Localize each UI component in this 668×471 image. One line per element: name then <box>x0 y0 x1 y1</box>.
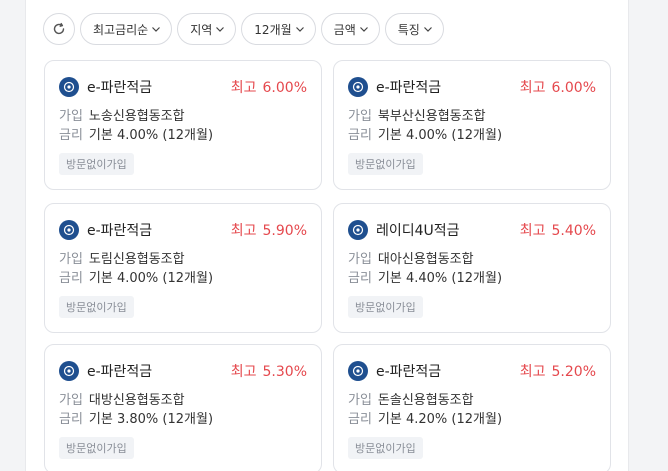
max-rate: 최고 5.40% <box>520 220 596 240</box>
rate-row: 금리 기본 4.00% (12개월) <box>59 124 213 143</box>
bank-logo-icon <box>348 361 368 381</box>
feature-tag: 방문없이가입 <box>59 437 134 459</box>
base-rate: 기본 4.20% (12개월) <box>377 412 503 427</box>
join-row: 가입 대방신용협동조합 <box>59 389 185 408</box>
feature-tag: 방문없이가입 <box>348 437 423 459</box>
rate-key: 금리 <box>348 128 372 143</box>
period-dropdown[interactable]: 12개월 <box>241 13 316 45</box>
feature-tag: 방문없이가입 <box>348 296 423 318</box>
feature-dropdown-label: 특징 <box>397 22 420 37</box>
chevron-down-icon <box>359 24 369 34</box>
join-row: 가입 대아신용협동조합 <box>348 248 474 267</box>
feature-dropdown[interactable]: 특징 <box>384 13 444 45</box>
max-rate: 최고 5.90% <box>231 220 307 240</box>
feature-tag: 방문없이가입 <box>59 296 134 318</box>
filter-bar: 최고금리순 지역 12개월 금액 특징 <box>43 13 444 45</box>
max-rate-value: 6.00% <box>551 80 596 96</box>
rate-key: 금리 <box>59 271 83 286</box>
rate-row: 금리 기본 4.40% (12개월) <box>348 267 502 286</box>
join-key: 가입 <box>59 109 83 124</box>
join-key: 가입 <box>348 109 372 124</box>
feature-tag: 방문없이가입 <box>59 153 134 175</box>
join-row: 가입 돈솔신용협동조합 <box>348 389 474 408</box>
join-key: 가입 <box>59 393 83 408</box>
refresh-button[interactable] <box>43 13 75 45</box>
bank-logo-icon <box>59 220 79 240</box>
product-name: e-파란적금 <box>376 364 442 380</box>
max-rate-value: 5.40% <box>551 223 596 239</box>
join-row: 가입 북부산신용협동조합 <box>348 105 486 124</box>
base-rate: 기본 4.00% (12개월) <box>377 128 503 143</box>
join-value: 대방신용협동조합 <box>88 393 185 408</box>
max-rate-value: 6.00% <box>262 80 307 96</box>
product-card[interactable]: 레이디4U적금 최고 5.40% 가입 대아신용협동조합 금리 기본 4.40% (1… <box>333 203 611 333</box>
bank-logo-icon <box>348 220 368 240</box>
product-card[interactable]: e-파란적금 최고 6.00% 가입 북부산신용협동조합 금리 기본 4.00% (1… <box>333 60 611 190</box>
join-value: 북부산신용협동조합 <box>377 109 486 124</box>
product-name: e-파란적금 <box>87 364 153 380</box>
base-rate: 기본 4.00% (12개월) <box>88 271 214 286</box>
rate-key: 금리 <box>348 412 372 427</box>
max-rate: 최고 6.00% <box>520 77 596 97</box>
base-rate: 기본 3.80% (12개월) <box>88 412 214 427</box>
max-rate-label: 최고 <box>230 80 257 96</box>
max-rate: 최고 6.00% <box>231 77 307 97</box>
feature-tag: 방문없이가입 <box>348 153 423 175</box>
join-key: 가입 <box>348 393 372 408</box>
rate-key: 금리 <box>59 128 83 143</box>
max-rate-value: 5.30% <box>262 364 307 380</box>
region-dropdown-label: 지역 <box>190 22 213 37</box>
max-rate: 최고 5.20% <box>520 361 596 381</box>
region-dropdown[interactable]: 지역 <box>177 13 237 45</box>
product-name: e-파란적금 <box>87 223 153 239</box>
join-key: 가입 <box>348 252 372 267</box>
join-row: 가입 도림신용협동조합 <box>59 248 185 267</box>
join-key: 가입 <box>59 252 83 267</box>
base-rate: 기본 4.00% (12개월) <box>88 128 214 143</box>
chevron-down-icon <box>295 24 305 34</box>
join-value: 돈솔신용협동조합 <box>377 393 474 408</box>
rate-key: 금리 <box>59 412 83 427</box>
chevron-down-icon <box>151 24 161 34</box>
product-name: 레이디4U적금 <box>376 223 460 239</box>
max-rate-value: 5.20% <box>551 364 596 380</box>
product-card[interactable]: e-파란적금 최고 5.30% 가입 대방신용협동조합 금리 기본 3.80% (12… <box>44 344 322 471</box>
max-rate-label: 최고 <box>519 223 546 239</box>
rate-row: 금리 기본 3.80% (12개월) <box>59 408 213 427</box>
refresh-icon <box>53 22 65 35</box>
bank-logo-icon <box>348 77 368 97</box>
rate-row: 금리 기본 4.00% (12개월) <box>348 124 502 143</box>
max-rate-label: 최고 <box>230 364 257 380</box>
product-list-panel: 최고금리순 지역 12개월 금액 특징 e-파란적금 최고 6.00% 가입 노송신… <box>25 0 629 471</box>
chevron-down-icon <box>423 24 433 34</box>
rate-row: 금리 기본 4.20% (12개월) <box>348 408 502 427</box>
max-rate-label: 최고 <box>519 80 546 96</box>
rate-row: 금리 기본 4.00% (12개월) <box>59 267 213 286</box>
amount-dropdown[interactable]: 금액 <box>320 13 380 45</box>
bank-logo-icon <box>59 361 79 381</box>
max-rate-label: 최고 <box>230 223 257 239</box>
product-card[interactable]: e-파란적금 최고 5.20% 가입 돈솔신용협동조합 금리 기본 4.20% (12… <box>333 344 611 471</box>
max-rate-value: 5.90% <box>262 223 307 239</box>
product-card[interactable]: e-파란적금 최고 6.00% 가입 노송신용협동조합 금리 기본 4.00% (12… <box>44 60 322 190</box>
base-rate: 기본 4.40% (12개월) <box>377 271 503 286</box>
bank-logo-icon <box>59 77 79 97</box>
amount-dropdown-label: 금액 <box>333 22 356 37</box>
join-row: 가입 노송신용협동조합 <box>59 105 185 124</box>
period-dropdown-label: 12개월 <box>254 22 292 37</box>
join-value: 대아신용협동조합 <box>377 252 474 267</box>
sort-dropdown-label: 최고금리순 <box>93 22 149 37</box>
chevron-down-icon <box>215 24 225 34</box>
max-rate: 최고 5.30% <box>231 361 307 381</box>
product-name: e-파란적금 <box>376 80 442 96</box>
product-name: e-파란적금 <box>87 80 153 96</box>
product-card[interactable]: e-파란적금 최고 5.90% 가입 도림신용협동조합 금리 기본 4.00% (12… <box>44 203 322 333</box>
join-value: 도림신용협동조합 <box>88 252 185 267</box>
join-value: 노송신용협동조합 <box>88 109 185 124</box>
rate-key: 금리 <box>348 271 372 286</box>
sort-dropdown[interactable]: 최고금리순 <box>80 13 173 45</box>
max-rate-label: 최고 <box>519 364 546 380</box>
